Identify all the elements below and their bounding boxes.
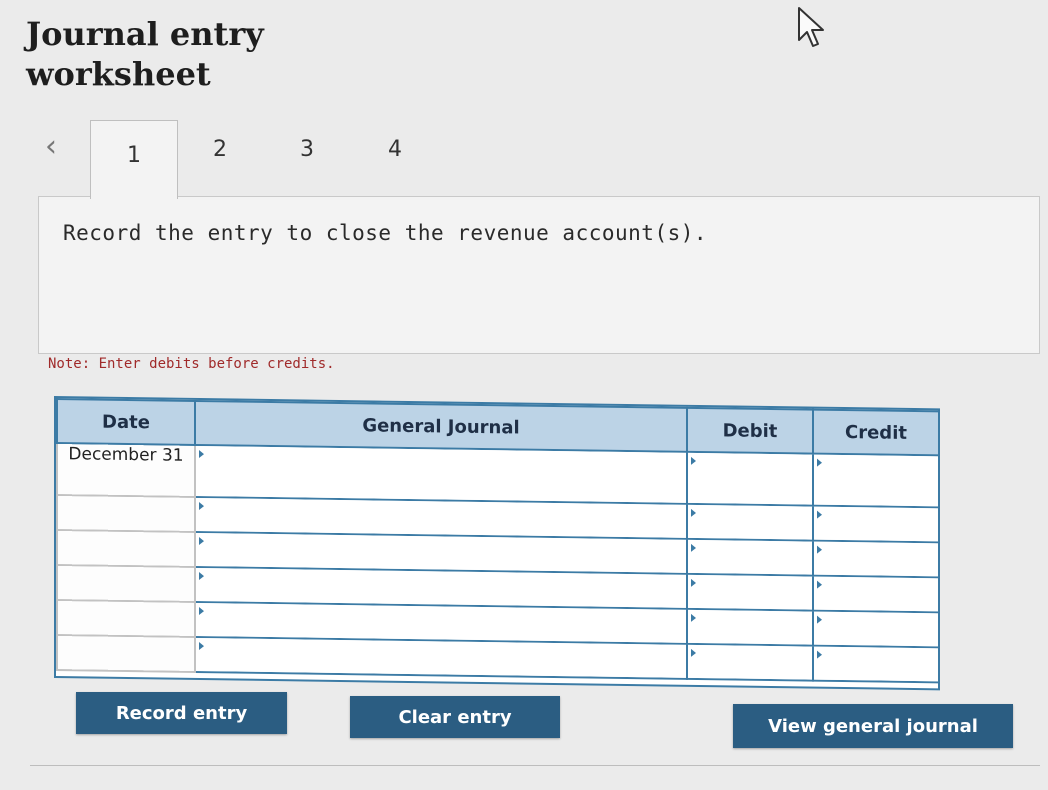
credit-input[interactable] bbox=[814, 576, 938, 612]
credit-input[interactable] bbox=[814, 506, 938, 542]
credit-input[interactable] bbox=[814, 611, 938, 647]
clear-entry-button[interactable]: Clear entry bbox=[350, 696, 560, 738]
debit-cell[interactable] bbox=[687, 451, 813, 506]
account-cell[interactable] bbox=[195, 444, 687, 504]
view-general-journal-button[interactable]: View general journal bbox=[733, 704, 1013, 748]
instruction-panel: Record the entry to close the revenue ac… bbox=[38, 196, 1040, 354]
debit-input[interactable] bbox=[688, 644, 812, 680]
column-header-credit: Credit bbox=[813, 409, 939, 456]
credit-cell[interactable] bbox=[813, 540, 939, 578]
account-input[interactable] bbox=[196, 637, 686, 678]
date-cell bbox=[57, 565, 195, 602]
column-header-general-journal: General Journal bbox=[195, 400, 687, 452]
debit-input[interactable] bbox=[688, 504, 812, 540]
credit-input[interactable] bbox=[814, 646, 938, 682]
debit-input[interactable] bbox=[688, 452, 812, 505]
date-cell bbox=[57, 530, 195, 567]
debit-input[interactable] bbox=[688, 574, 812, 610]
date-cell: December 31 bbox=[57, 443, 195, 497]
credit-cell[interactable] bbox=[813, 575, 939, 613]
debit-cell[interactable] bbox=[687, 573, 813, 611]
credit-cell[interactable] bbox=[813, 453, 939, 508]
date-cell bbox=[57, 600, 195, 637]
debit-input[interactable] bbox=[688, 539, 812, 575]
tab-bar: ‹ 1 2 3 4 bbox=[30, 118, 1040, 199]
credit-input[interactable] bbox=[814, 454, 938, 507]
credit-cell[interactable] bbox=[813, 645, 939, 683]
record-entry-button[interactable]: Record entry bbox=[76, 692, 287, 734]
account-input[interactable] bbox=[196, 532, 686, 573]
divider bbox=[30, 765, 1040, 766]
credit-cell[interactable] bbox=[813, 610, 939, 648]
tab-2[interactable]: 2 bbox=[185, 128, 255, 172]
debit-cell[interactable] bbox=[687, 538, 813, 576]
account-input[interactable] bbox=[196, 567, 686, 608]
column-header-date: Date bbox=[57, 399, 195, 445]
column-header-debit: Debit bbox=[687, 407, 813, 454]
mouse-cursor-icon bbox=[798, 7, 824, 47]
chevron-left-icon[interactable]: ‹ bbox=[36, 130, 66, 166]
debit-cell[interactable] bbox=[687, 643, 813, 681]
debit-cell[interactable] bbox=[687, 503, 813, 541]
instruction-text: Record the entry to close the revenue ac… bbox=[63, 221, 708, 245]
credit-input[interactable] bbox=[814, 541, 938, 577]
tab-3[interactable]: 3 bbox=[272, 128, 342, 172]
account-input[interactable] bbox=[196, 445, 686, 503]
tab-1[interactable]: 1 bbox=[90, 120, 178, 199]
note-text: Note: Enter debits before credits. bbox=[48, 356, 335, 372]
date-cell bbox=[57, 635, 195, 672]
date-cell bbox=[57, 495, 195, 532]
debit-cell[interactable] bbox=[687, 608, 813, 646]
journal-table: Date General Journal Debit Credit Decemb… bbox=[54, 396, 940, 691]
page-title: Journal entry worksheet bbox=[26, 15, 264, 93]
account-input[interactable] bbox=[196, 497, 686, 538]
account-input[interactable] bbox=[196, 602, 686, 643]
tab-4[interactable]: 4 bbox=[360, 128, 430, 172]
account-cell[interactable] bbox=[195, 636, 687, 679]
debit-input[interactable] bbox=[688, 609, 812, 645]
credit-cell[interactable] bbox=[813, 505, 939, 543]
